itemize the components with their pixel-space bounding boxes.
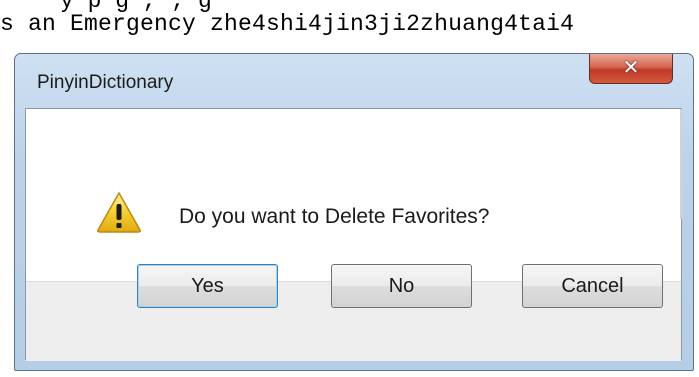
screen: y p g , ; g s an Emergency zhe4shi4jin3j…: [0, 0, 699, 377]
message-area: Do you want to Delete Favorites?: [26, 109, 681, 281]
close-icon: ✕: [622, 55, 640, 79]
edge-stub: [680, 109, 683, 219]
message-text: Do you want to Delete Favorites?: [179, 205, 490, 228]
background-text-line: s an Emergency zhe4shi4jin3ji2zhuang4tai…: [0, 11, 575, 37]
close-button[interactable]: ✕: [589, 54, 673, 84]
cancel-button[interactable]: Cancel: [522, 264, 663, 308]
dialog-title: PinyinDictionary: [37, 72, 174, 93]
dialog-titlebar[interactable]: PinyinDictionary ✕: [15, 54, 693, 110]
no-button[interactable]: No: [331, 264, 472, 308]
warning-icon: [97, 191, 141, 233]
dialog-client-area: Do you want to Delete Favorites?: [25, 108, 683, 361]
yes-button[interactable]: Yes: [137, 264, 278, 308]
message-dialog: PinyinDictionary ✕ Do you want to Delete…: [14, 53, 694, 371]
